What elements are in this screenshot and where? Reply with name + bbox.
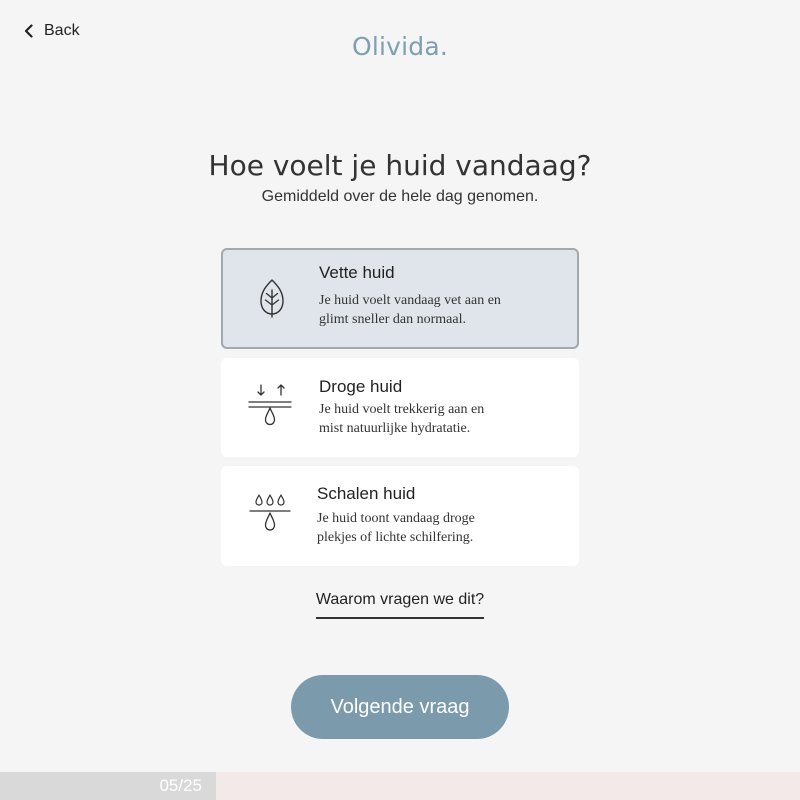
brand-name: Olivida xyxy=(351,32,440,61)
why-ask-link[interactable]: Waarom vragen we dit? xyxy=(315,590,485,619)
option-description-line: mist natuurlijke hydratatie. xyxy=(319,421,471,436)
leaf-icon xyxy=(247,273,297,323)
option-description-line: glimt sneller dan normaal. xyxy=(319,312,466,327)
moisture-loss-icon xyxy=(245,380,295,430)
option-droge-huid[interactable]: Droge huid Je huid voelt trekkerig aan e… xyxy=(221,358,579,457)
option-description-line: plekjes of lichte schilfering. xyxy=(317,530,474,545)
option-description: Je huid voelt vandaag vet aan en glimt s… xyxy=(319,291,539,329)
option-description-line: Je huid toont vandaag droge xyxy=(317,511,475,526)
next-question-button[interactable]: Volgende vraag xyxy=(291,675,509,739)
question-title: Hoe voelt je huid vandaag? xyxy=(208,149,592,182)
option-title: Droge huid xyxy=(319,377,403,396)
option-description-line: Je huid voelt vandaag vet aan en xyxy=(319,293,501,308)
why-link-container: Waarom vragen we dit? xyxy=(0,590,800,619)
progress-fill: 05/25 xyxy=(0,772,216,800)
brand-dot: . xyxy=(439,32,449,61)
option-title: Schalen huid xyxy=(317,484,416,503)
question-subtitle: Gemiddeld over de hele dag genomen. xyxy=(261,188,539,205)
brand-logo: Olivida. xyxy=(0,30,800,64)
option-vette-huid[interactable]: Vette huid Je huid voelt vandaag vet aan… xyxy=(221,248,579,349)
option-description: Je huid toont vandaag droge plekjes of l… xyxy=(317,509,537,547)
option-description: Je huid voelt trekkerig aan en mist natu… xyxy=(319,400,539,438)
progress-bar: 05/25 xyxy=(0,772,800,800)
progress-label: 05/25 xyxy=(159,776,202,795)
droplets-icon xyxy=(245,489,295,539)
option-schalen-huid[interactable]: Schalen huid Je huid toont vandaag droge… xyxy=(221,466,579,566)
option-description-line: Je huid voelt trekkerig aan en xyxy=(319,402,485,417)
option-title: Vette huid xyxy=(319,263,395,282)
